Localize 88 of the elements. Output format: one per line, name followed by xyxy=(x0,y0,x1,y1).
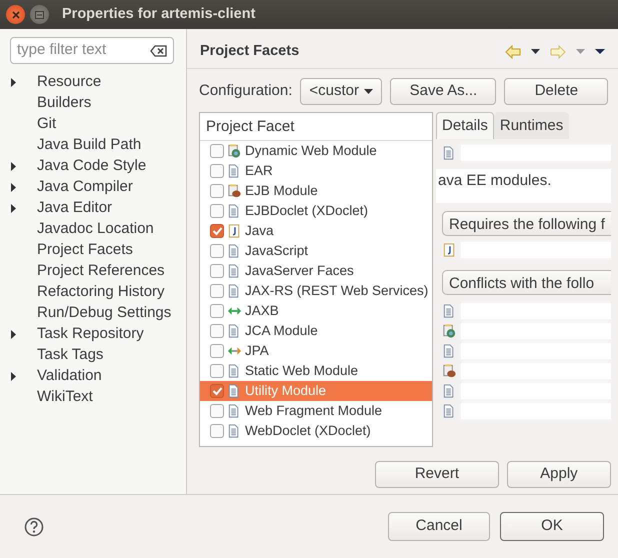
description-text: ava EE modules. xyxy=(436,169,611,203)
close-button[interactable] xyxy=(6,5,25,24)
checkbox[interactable] xyxy=(210,404,224,418)
dropdown-caret-icon[interactable] xyxy=(530,49,540,54)
checkmark-icon xyxy=(212,226,222,236)
tab[interactable]: Runtimes xyxy=(494,112,570,139)
facet-row[interactable]: Web Fragment Module xyxy=(200,401,432,421)
tree-item[interactable]: Java Code Style xyxy=(37,155,146,178)
page-title: Project Facets xyxy=(200,42,300,60)
tree-item[interactable]: Java Editor xyxy=(37,197,112,220)
tree-item[interactable]: Run/Debug Settings xyxy=(37,302,172,325)
conflicts-section-header: Conflicts with the follo xyxy=(442,270,611,295)
checkbox[interactable] xyxy=(210,324,224,338)
checkbox[interactable] xyxy=(210,184,224,198)
checkbox[interactable] xyxy=(210,244,224,258)
bean-jar-icon xyxy=(442,363,457,379)
tree-item[interactable]: Project References xyxy=(37,260,165,283)
tree-item[interactable]: WikiText xyxy=(37,386,93,409)
facet-row[interactable]: JavaScript xyxy=(200,241,432,261)
filter-input[interactable]: type filter text xyxy=(17,39,137,62)
facet-row[interactable]: JAXB xyxy=(200,301,432,321)
facet-row[interactable]: JPA xyxy=(200,341,432,361)
tree-item[interactable]: Javadoc Location xyxy=(37,218,154,241)
expand-arrow-icon[interactable] xyxy=(11,78,16,87)
facet-row[interactable]: EJBDoclet (XDoclet) xyxy=(200,201,432,221)
tree-item[interactable]: Builders xyxy=(37,92,92,115)
tree-item[interactable]: Project Facets xyxy=(37,239,133,262)
checkbox[interactable] xyxy=(210,264,224,278)
cancel-button[interactable]: Cancel xyxy=(388,512,490,541)
facet-row[interactable]: EAR xyxy=(200,161,432,181)
configuration-label: Configuration: xyxy=(199,81,292,102)
expand-arrow-icon[interactable] xyxy=(11,372,16,381)
facet-row[interactable]: Static Web Module xyxy=(200,361,432,381)
filter-field[interactable]: type filter text xyxy=(10,37,174,64)
checkbox[interactable] xyxy=(210,364,224,378)
facet-row[interactable]: EJB Module xyxy=(200,181,432,201)
minimize-icon xyxy=(35,10,44,18)
save-as-button[interactable]: Save As... xyxy=(390,78,496,105)
facet-row[interactable]: JAX-RS (REST Web Services) xyxy=(200,281,432,301)
column-header: Project Facet xyxy=(200,113,432,141)
clear-icon[interactable] xyxy=(150,44,167,58)
caret-icon xyxy=(364,89,374,94)
facet-row[interactable]: WebDoclet (XDoclet) xyxy=(200,421,432,441)
tree-item[interactable]: Validation xyxy=(37,365,102,388)
window-title: Properties for artemis-client xyxy=(62,4,256,24)
apply-button[interactable]: Apply xyxy=(506,461,611,488)
requires-section-header: Requires the following f xyxy=(442,211,611,236)
configuration-dropdown[interactable]: <custor xyxy=(300,78,382,105)
checkmark-icon xyxy=(212,386,222,396)
checkbox[interactable] xyxy=(210,164,224,178)
checkbox[interactable] xyxy=(210,284,224,298)
globe-jar-icon xyxy=(227,143,242,159)
facet-row[interactable]: JavaServer Faces xyxy=(200,261,432,281)
java-file-icon xyxy=(227,223,242,239)
java-file-icon xyxy=(442,242,457,258)
facet-row[interactable]: JCA Module xyxy=(200,321,432,341)
close-icon xyxy=(12,10,20,18)
checkbox[interactable] xyxy=(210,204,224,218)
tree-item[interactable]: Resource xyxy=(37,71,102,94)
checkbox[interactable] xyxy=(210,304,224,318)
checkbox[interactable] xyxy=(210,344,224,358)
tree-item[interactable]: Git xyxy=(37,113,56,136)
checkbox[interactable] xyxy=(210,384,224,398)
tree-item[interactable]: Refactoring History xyxy=(37,281,165,304)
tree-item[interactable]: Java Compiler xyxy=(37,176,133,199)
tree-item[interactable]: Task Repository xyxy=(37,323,144,346)
checkbox[interactable] xyxy=(210,144,224,158)
back-arrow-icon[interactable] xyxy=(504,44,521,58)
ok-button[interactable]: OK xyxy=(500,512,604,541)
checkbox[interactable] xyxy=(210,424,224,438)
bean-jar-icon xyxy=(227,183,242,199)
globe-jar-icon xyxy=(442,323,457,339)
expand-arrow-icon[interactable] xyxy=(11,204,16,213)
checkbox[interactable] xyxy=(210,224,224,238)
help-icon[interactable] xyxy=(24,516,44,536)
expand-arrow-icon[interactable] xyxy=(11,162,16,171)
tree-item[interactable]: Task Tags xyxy=(37,344,104,367)
minimize-button[interactable] xyxy=(30,5,49,24)
tree-item[interactable]: Java Build Path xyxy=(37,134,142,157)
facet-row[interactable]: Dynamic Web Module xyxy=(200,141,432,161)
facet-row[interactable]: Java xyxy=(200,221,432,241)
delete-button[interactable]: Delete xyxy=(504,78,608,105)
menu-caret-icon[interactable] xyxy=(594,49,605,54)
revert-button[interactable]: Revert xyxy=(374,461,499,488)
expand-arrow-icon[interactable] xyxy=(11,183,16,192)
forward-arrow-icon[interactable] xyxy=(550,44,566,58)
expand-arrow-icon[interactable] xyxy=(11,330,16,339)
tab[interactable]: Details xyxy=(436,112,494,139)
